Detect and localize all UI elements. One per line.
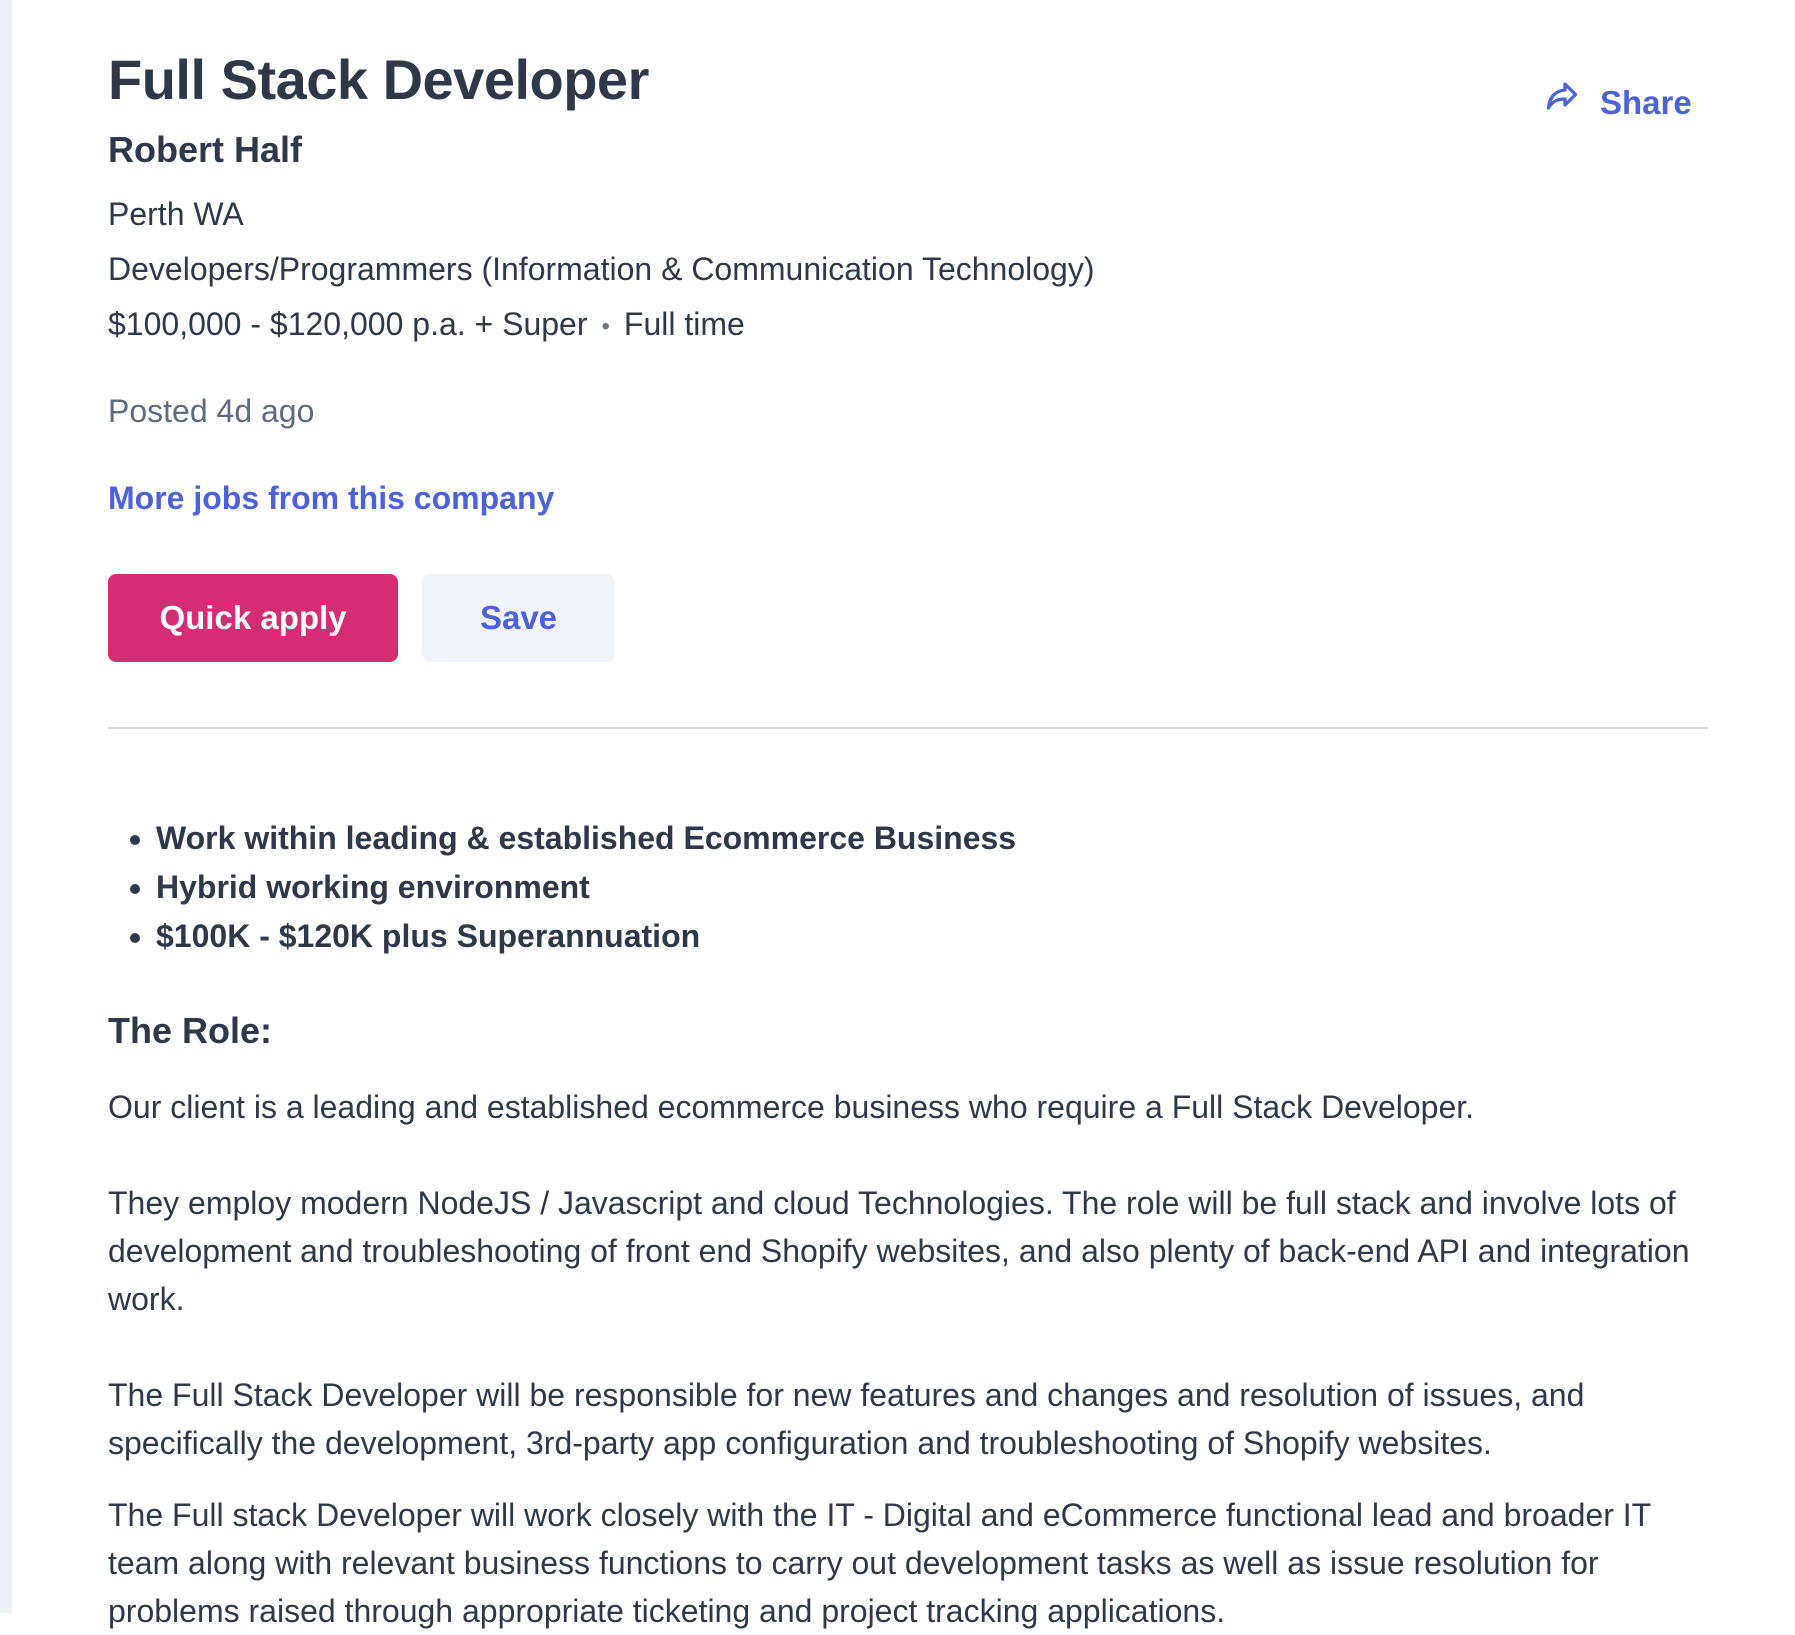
salary-worktype-row: $100,000 - $120,000 p.a. + Super • Full ti… bbox=[108, 300, 745, 351]
section-divider bbox=[108, 727, 1708, 729]
job-category: Developers/Programmers (Information & Co… bbox=[108, 251, 1095, 287]
highlights-list: Work within leading & established Ecomme… bbox=[108, 814, 1016, 961]
job-salary: $100,000 - $120,000 p.a. + Super bbox=[108, 306, 588, 342]
save-job-button[interactable]: Save bbox=[422, 574, 615, 662]
posted-date: Posted 4d ago bbox=[108, 393, 315, 429]
quick-apply-button[interactable]: Quick apply bbox=[108, 574, 398, 662]
share-label: Share bbox=[1600, 83, 1692, 121]
job-work-type: Full time bbox=[623, 306, 745, 342]
highlight-item: Work within leading & established Ecomme… bbox=[156, 814, 1016, 863]
company-name: Robert Half bbox=[108, 129, 303, 170]
description-paragraph: The Full stack Developer will work close… bbox=[108, 1497, 1651, 1629]
left-panel-edge bbox=[0, 0, 12, 1613]
share-arrow-icon bbox=[1544, 78, 1600, 127]
description-paragraph: They employ modern NodeJS / Javascript a… bbox=[108, 1185, 1690, 1317]
highlight-item: $100K - $120K plus Superannuation bbox=[156, 912, 1016, 961]
job-location: Perth WA bbox=[108, 196, 244, 232]
job-title: Full Stack Developer bbox=[108, 48, 649, 111]
separator-dot: • bbox=[601, 312, 610, 340]
description-paragraph: The Full Stack Developer will be respons… bbox=[108, 1377, 1585, 1461]
highlight-item: Hybrid working environment bbox=[156, 863, 1016, 912]
more-jobs-link[interactable]: More jobs from this company bbox=[108, 474, 554, 522]
role-heading: The Role: bbox=[108, 1010, 273, 1051]
description-paragraph: Our client is a leading and established … bbox=[108, 1089, 1475, 1125]
share-button[interactable]: Share bbox=[1544, 78, 1692, 127]
